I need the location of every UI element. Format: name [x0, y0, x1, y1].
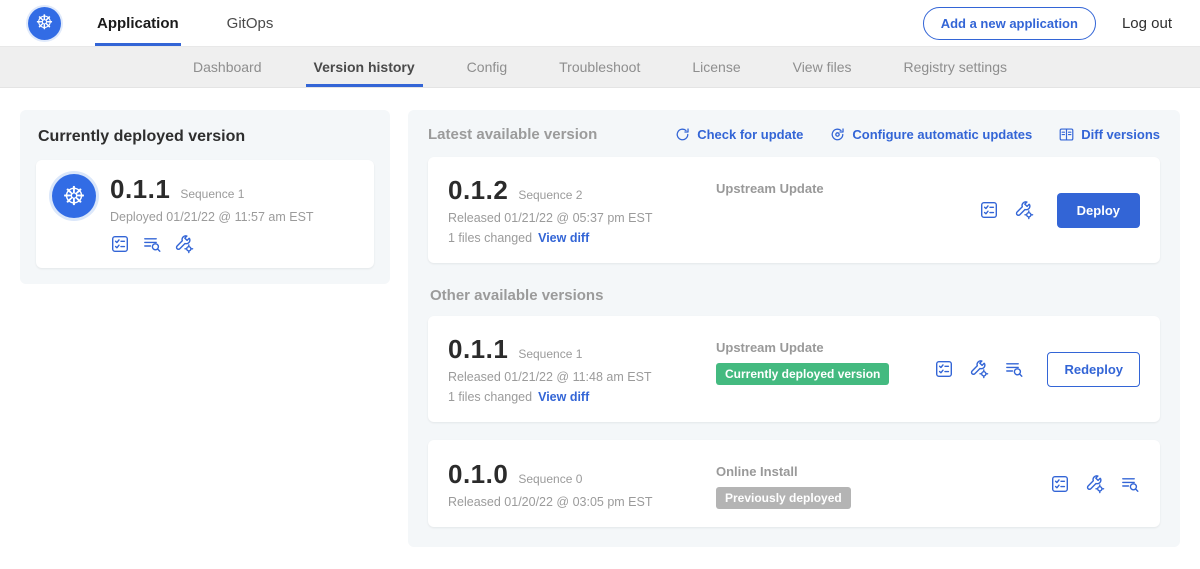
files-changed-label: 1 files changed	[448, 390, 532, 404]
version-actions: Check for update Configure automatic upd…	[674, 126, 1160, 143]
version-sequence: Sequence 1	[518, 347, 582, 361]
auto-update-icon	[829, 126, 846, 143]
tab-application[interactable]: Application	[95, 0, 181, 46]
helm-icon: ☸	[62, 183, 85, 209]
kubernetes-logo: ☸	[28, 7, 61, 40]
version-released: Released 01/20/22 @ 03:05 pm EST	[448, 495, 716, 509]
subnav-view-files[interactable]: View files	[767, 47, 878, 87]
config-icon[interactable]	[174, 234, 194, 254]
release-notes-icon[interactable]	[1050, 474, 1070, 494]
other-available-title: Other available versions	[430, 287, 1158, 304]
files-changed: 1 files changed View diff	[448, 231, 716, 245]
check-for-update-link[interactable]: Check for update	[674, 126, 803, 143]
deployed-sequence: Sequence 1	[180, 187, 244, 201]
release-notes-icon[interactable]	[934, 359, 954, 379]
add-application-button[interactable]: Add a new application	[923, 7, 1096, 40]
top-header: ☸ Application GitOps Add a new applicati…	[0, 0, 1200, 47]
subnav-dashboard[interactable]: Dashboard	[167, 47, 288, 87]
diff-icon	[1058, 126, 1075, 143]
files-changed: 1 files changed View diff	[448, 390, 716, 404]
release-notes-icon[interactable]	[979, 200, 999, 220]
version-actions	[1050, 474, 1140, 494]
version-sequence: Sequence 0	[518, 472, 582, 486]
subnav-license[interactable]: License	[666, 47, 766, 87]
version-number: 0.1.2	[448, 175, 508, 206]
deployed-version-card: ☸ 0.1.1 Sequence 1 Deployed 01/21/22 @ 1…	[36, 160, 374, 268]
version-history-panel: Latest available version Check for updat…	[408, 110, 1180, 547]
currently-deployed-panel: Currently deployed version ☸ 0.1.1 Seque…	[20, 110, 390, 284]
version-info: 0.1.1 Sequence 1 Released 01/21/22 @ 11:…	[448, 334, 716, 404]
logout-link[interactable]: Log out	[1122, 15, 1172, 32]
check-for-update-label: Check for update	[697, 127, 803, 142]
version-card-latest: 0.1.2 Sequence 2 Released 01/21/22 @ 05:…	[428, 157, 1160, 263]
tab-gitops[interactable]: GitOps	[225, 0, 276, 46]
deployed-version-details: 0.1.1 Sequence 1 Deployed 01/21/22 @ 11:…	[110, 174, 314, 254]
deploy-logs-icon[interactable]	[1120, 474, 1140, 494]
version-source: Upstream Update Currently deployed versi…	[716, 334, 934, 385]
version-number: 0.1.0	[448, 459, 508, 490]
version-info: 0.1.2 Sequence 2 Released 01/21/22 @ 05:…	[448, 175, 716, 245]
deploy-logs-icon[interactable]	[1004, 359, 1024, 379]
source-label: Upstream Update	[716, 181, 979, 196]
currently-deployed-title: Currently deployed version	[38, 128, 372, 146]
subnav-registry-settings[interactable]: Registry settings	[878, 47, 1033, 87]
deploy-button[interactable]: Deploy	[1057, 193, 1140, 228]
source-label: Upstream Update	[716, 340, 934, 355]
version-released: Released 01/21/22 @ 05:37 pm EST	[448, 211, 716, 225]
deploy-logs-icon[interactable]	[142, 234, 162, 254]
helm-icon: ☸	[36, 13, 54, 33]
diff-versions-label: Diff versions	[1081, 127, 1160, 142]
files-changed-label: 1 files changed	[448, 231, 532, 245]
diff-versions-link[interactable]: Diff versions	[1058, 126, 1160, 143]
release-notes-icon[interactable]	[110, 234, 130, 254]
app-subnav: Dashboard Version history Config Trouble…	[0, 47, 1200, 88]
latest-available-title: Latest available version	[428, 126, 597, 143]
version-source: Upstream Update	[716, 175, 979, 196]
version-info: 0.1.0 Sequence 0 Released 01/20/22 @ 03:…	[448, 459, 716, 509]
view-diff-link[interactable]: View diff	[538, 390, 589, 404]
configure-automatic-updates-link[interactable]: Configure automatic updates	[829, 126, 1032, 143]
subnav-troubleshoot[interactable]: Troubleshoot	[533, 47, 666, 87]
refresh-icon	[674, 126, 691, 143]
version-card-0-1-0: 0.1.0 Sequence 0 Released 01/20/22 @ 03:…	[428, 440, 1160, 527]
version-sequence: Sequence 2	[518, 188, 582, 202]
latest-version-header: Latest available version Check for updat…	[428, 126, 1160, 143]
source-label: Online Install	[716, 464, 1050, 479]
version-actions: Redeploy	[934, 352, 1140, 387]
app-logo: ☸	[52, 174, 96, 218]
currently-deployed-badge: Currently deployed version	[716, 363, 889, 385]
app-tabs: Application GitOps	[95, 0, 319, 46]
deployed-version-number: 0.1.1	[110, 174, 170, 205]
deployed-timestamp: Deployed 01/21/22 @ 11:57 am EST	[110, 210, 314, 224]
version-number: 0.1.1	[448, 334, 508, 365]
version-source: Online Install Previously deployed	[716, 458, 1050, 509]
redeploy-button[interactable]: Redeploy	[1047, 352, 1140, 387]
config-icon[interactable]	[1014, 200, 1034, 220]
config-icon[interactable]	[969, 359, 989, 379]
previously-deployed-badge: Previously deployed	[716, 487, 851, 509]
deployed-icon-row	[110, 234, 314, 254]
version-released: Released 01/21/22 @ 11:48 am EST	[448, 370, 716, 384]
version-card-0-1-1: 0.1.1 Sequence 1 Released 01/21/22 @ 11:…	[428, 316, 1160, 422]
config-icon[interactable]	[1085, 474, 1105, 494]
configure-automatic-updates-label: Configure automatic updates	[852, 127, 1032, 142]
version-actions: Deploy	[979, 193, 1140, 228]
main-content: Currently deployed version ☸ 0.1.1 Seque…	[0, 88, 1200, 569]
subnav-version-history[interactable]: Version history	[288, 47, 441, 87]
subnav-config[interactable]: Config	[441, 47, 533, 87]
view-diff-link[interactable]: View diff	[538, 231, 589, 245]
